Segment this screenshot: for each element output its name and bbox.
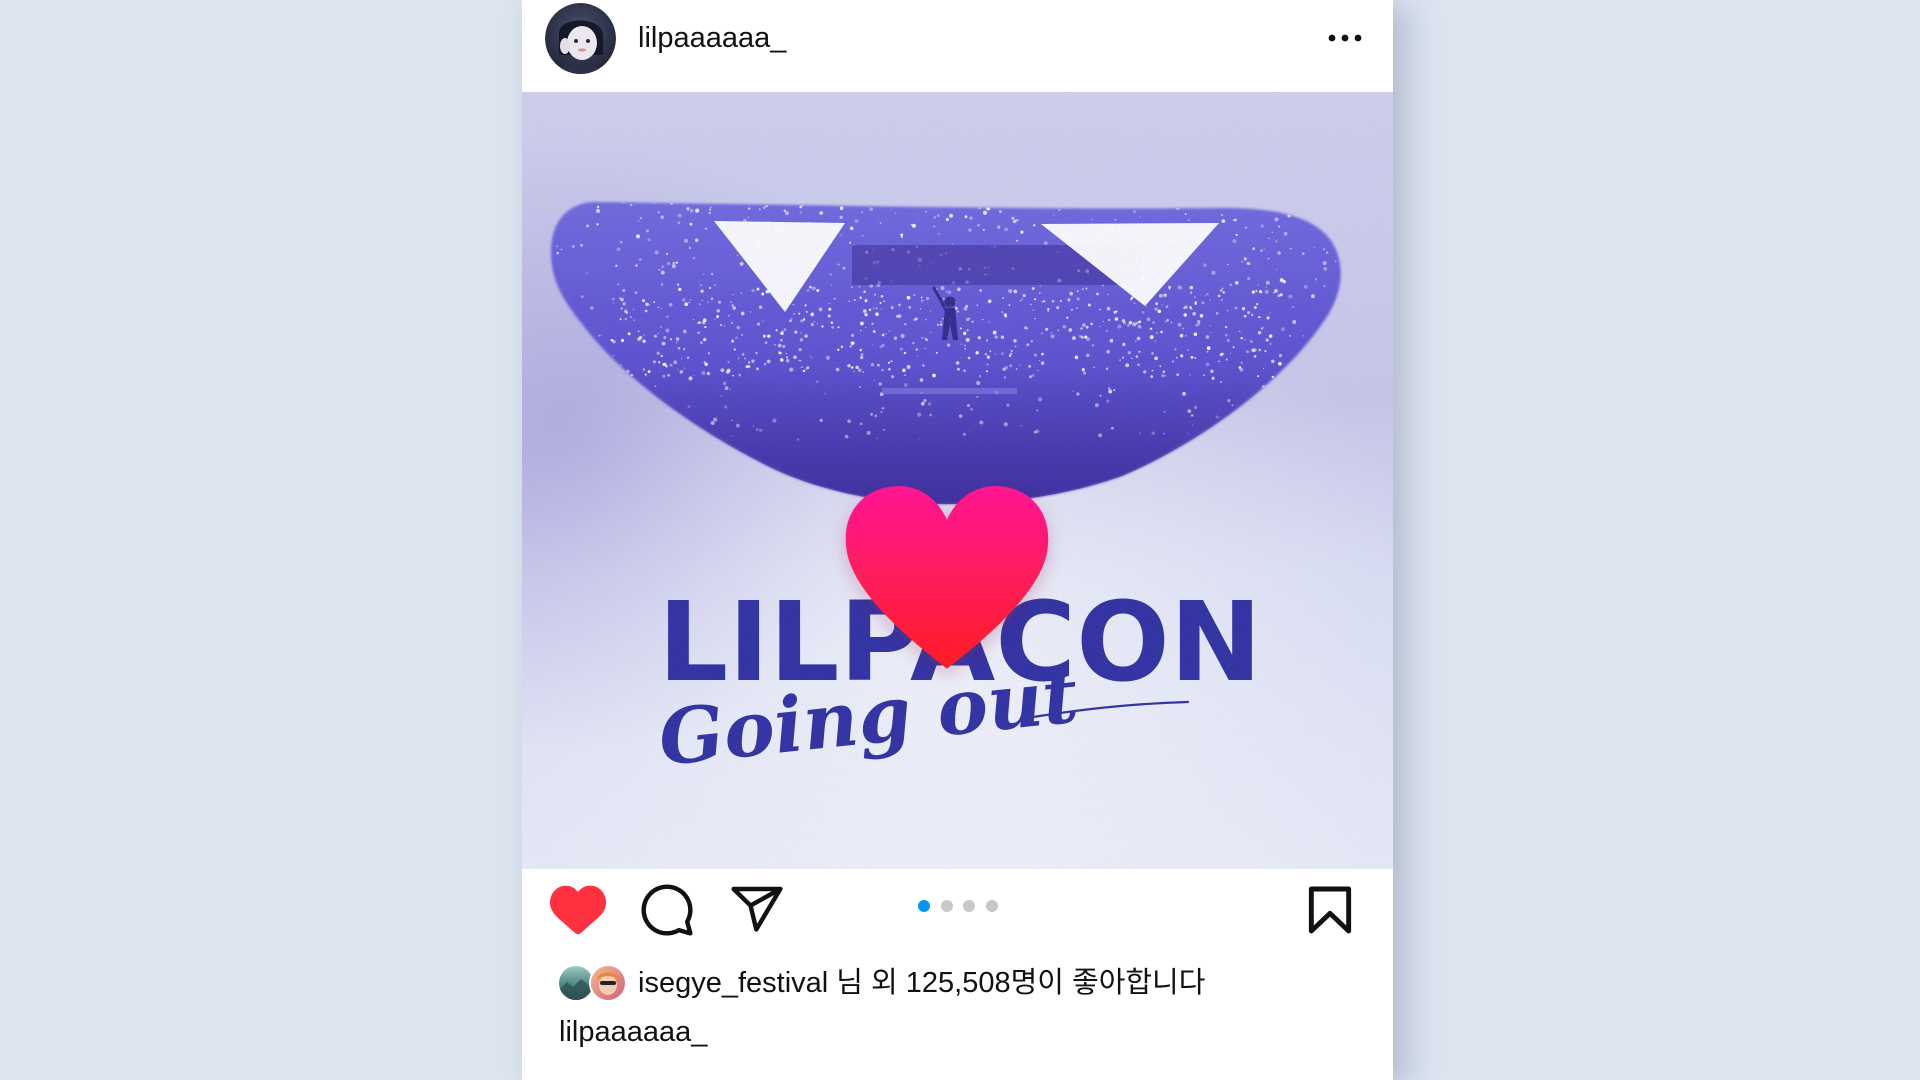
carousel-dot: [963, 900, 975, 912]
caption-username-link[interactable]: lilpaaaaaa_: [559, 1016, 707, 1048]
send-icon: [731, 886, 783, 932]
more-horizontal-icon: [1328, 34, 1362, 42]
carousel-dot: [918, 900, 930, 912]
likes-text: isegye_festival 님 외 125,508명이 좋아합니다: [638, 965, 1205, 1001]
bookmark-icon: [1308, 886, 1352, 934]
post-header: lilpaaaaaa_: [522, 0, 1393, 92]
poster-artwork: LILPACON Going out: [522, 92, 1393, 869]
likes-count-link[interactable]: 125,508: [906, 967, 1011, 999]
carousel-indicator: [918, 900, 998, 912]
post-image[interactable]: LILPACON Going out: [522, 92, 1393, 869]
author-avatar[interactable]: [545, 3, 616, 74]
carousel-dot: [940, 900, 953, 912]
profile-avatar-icon: [545, 3, 616, 74]
author-username[interactable]: lilpaaaaaa_: [638, 20, 786, 56]
post-caption: lilpaaaaaa_: [559, 1014, 707, 1050]
liker-avatar-icon: [591, 966, 625, 1000]
comment-icon: [641, 884, 693, 936]
liker-avatar[interactable]: [589, 964, 627, 1002]
liker-avatar-icon: [559, 966, 593, 1000]
likes-suffix: 명이 좋아합니다: [1010, 967, 1206, 999]
more-options-button[interactable]: [1322, 24, 1368, 52]
instagram-post-card: lilpaaaaaa_ Going out isegye_festival 님 …: [522, 0, 1393, 1080]
share-button[interactable]: [729, 882, 785, 938]
liker-username-link[interactable]: isegye_festival: [638, 967, 828, 999]
like-button[interactable]: [550, 882, 606, 938]
film-grain: [522, 92, 1393, 869]
save-button[interactable]: [1302, 882, 1358, 938]
comment-button[interactable]: [639, 882, 695, 938]
heart-filled-icon: [550, 885, 606, 935]
likes-summary: isegye_festival 님 외 125,508명이 좋아합니다: [557, 964, 1357, 1002]
carousel-dot: [985, 900, 998, 912]
likes-prefix: 님 외: [836, 967, 898, 999]
